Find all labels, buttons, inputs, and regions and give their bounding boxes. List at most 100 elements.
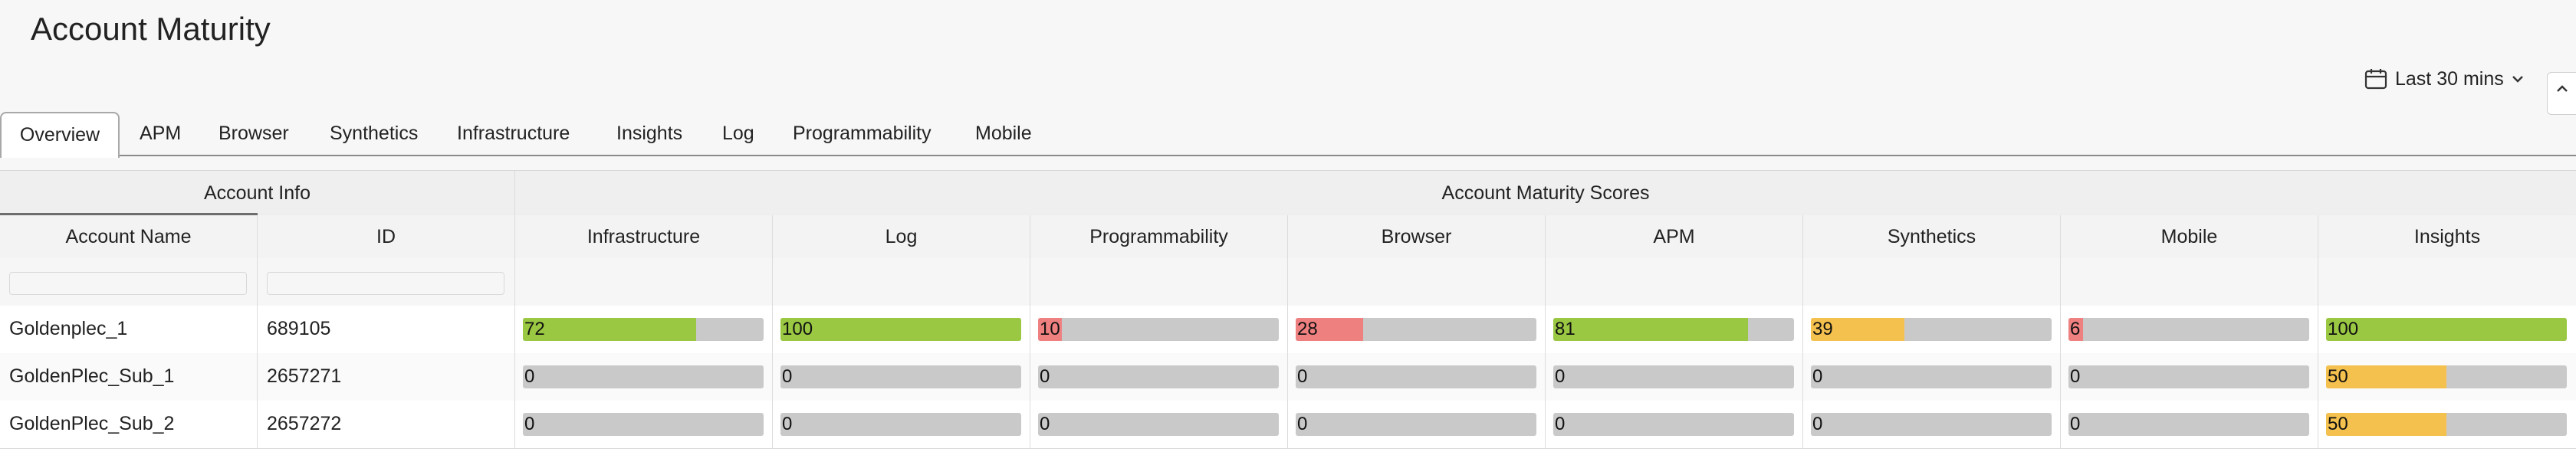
score-cell-programmability: 0 [1030,353,1288,401]
column-header-infrastructure[interactable]: Infrastructure [515,215,773,258]
table-row[interactable]: GoldenPlec_Sub_2 2657272 0 0 0 0 0 0 0 50 [0,401,2576,449]
id-filter-input[interactable] [267,272,504,295]
score-cell-mobile: 0 [2061,353,2318,401]
score-bar: 0 [1553,365,1794,388]
filter-cell [515,258,773,306]
score-bar: 0 [780,365,1021,388]
score-value: 0 [524,414,535,434]
score-bar: 0 [2068,413,2309,436]
column-header-programmability[interactable]: Programmability [1030,215,1288,258]
score-cell-mobile: 6 [2061,306,2318,353]
tab-mobile[interactable]: Mobile [975,112,1032,156]
score-bar-fill [2326,318,2567,341]
score-cell-mobile: 0 [2061,401,2318,448]
score-cell-apm: 0 [1546,353,1803,401]
column-header-insights[interactable]: Insights [2318,215,2576,258]
score-value: 100 [782,319,813,339]
score-cell-log: 0 [773,353,1030,401]
score-value: 100 [2328,319,2359,339]
tab-browser[interactable]: Browser [219,112,289,156]
tab-infrastructure[interactable]: Infrastructure [457,112,570,156]
account-name-cell: GoldenPlec_Sub_2 [0,401,258,448]
score-bar: 0 [1296,365,1536,388]
chevron-up-icon [2556,84,2568,97]
score-value: 0 [1297,414,1308,434]
score-bar: 100 [780,318,1021,341]
column-group-row: Account Info Account Maturity Scores [0,171,2576,217]
score-value: 81 [1555,319,1576,339]
account-id-cell-text: 2657272 [267,413,342,434]
filter-cell [2061,258,2318,306]
tab-log[interactable]: Log [722,112,754,156]
score-bar-fill [523,318,697,341]
table-row[interactable]: GoldenPlec_Sub_1 2657271 0 0 0 0 0 0 0 50 [0,353,2576,401]
filter-cell [1546,258,1803,306]
tab-apm[interactable]: APM [140,112,181,156]
time-range-label: Last 30 mins [2395,67,2504,90]
score-bar-fill [780,318,1021,341]
table-row[interactable]: Goldenplec_1 689105 72 100 10 28 81 39 6 100 [0,306,2576,354]
group-header-maturity-scores: Account Maturity Scores [1441,182,1650,204]
score-bar: 72 [523,318,764,341]
filter-cell [1288,258,1546,306]
tab-synthetics[interactable]: Synthetics [330,112,418,156]
score-value: 0 [1297,366,1308,387]
score-cell-apm: 81 [1546,306,1803,353]
score-bar: 28 [1296,318,1536,341]
score-value: 0 [1812,366,1823,387]
score-value: 0 [2070,366,2081,387]
column-header-apm[interactable]: APM [1546,215,1803,258]
score-value: 10 [1040,319,1060,339]
account-id-cell-text: 2657271 [267,365,342,387]
account-name-cell-text: GoldenPlec_Sub_1 [9,365,175,387]
score-value: 0 [524,366,535,387]
time-range-picker[interactable]: Last 30 mins [2364,66,2524,92]
account-id-cell: 2657272 [258,401,515,448]
score-value: 6 [2070,319,2081,339]
account-id-cell: 2657271 [258,353,515,401]
score-bar: 81 [1553,318,1794,341]
column-header-row: Account Name ID Infrastructure Log Program… [0,215,2576,259]
tab-overview[interactable]: Overview [0,112,120,158]
score-value: 0 [1040,414,1050,434]
account-name-cell-text: Goldenplec_1 [9,318,128,339]
column-header-synthetics[interactable]: Synthetics [1803,215,2061,258]
account-name-filter-input[interactable] [9,272,247,295]
collapse-button[interactable] [2547,72,2576,115]
score-value: 39 [1812,319,1833,339]
score-cell-programmability: 0 [1030,401,1288,448]
score-cell-insights: 100 [2318,306,2576,353]
score-value: 72 [524,319,545,339]
score-cell-infrastructure: 72 [515,306,773,353]
score-cell-log: 100 [773,306,1030,353]
account-id-cell: 689105 [258,306,515,353]
score-bar: 0 [1811,365,2052,388]
column-header-id[interactable]: ID [258,215,515,258]
tab-insights[interactable]: Insights [616,112,682,156]
group-header-account-info: Account Info [0,171,515,217]
score-bar: 100 [2326,318,2567,341]
column-header-log[interactable]: Log [773,215,1030,258]
column-header-account-name[interactable]: Account Name [0,215,258,258]
score-value: 50 [2328,366,2348,387]
score-value: 0 [1555,366,1566,387]
score-cell-browser: 0 [1288,401,1546,448]
score-bar: 0 [1038,365,1279,388]
account-name-cell: Goldenplec_1 [0,306,258,353]
tab-programmability[interactable]: Programmability [793,112,932,156]
column-header-mobile[interactable]: Mobile [2061,215,2318,258]
score-value: 0 [2070,414,2081,434]
score-cell-apm: 0 [1546,401,1803,448]
calendar-icon [2364,68,2387,90]
column-header-browser[interactable]: Browser [1288,215,1546,258]
score-bar: 0 [1038,413,1279,436]
score-cell-synthetics: 0 [1803,401,2061,448]
score-bar: 10 [1038,318,1279,341]
score-cell-insights: 50 [2318,401,2576,448]
score-bar: 39 [1811,318,2052,341]
score-bar: 0 [1296,413,1536,436]
score-cell-insights: 50 [2318,353,2576,401]
score-cell-synthetics: 0 [1803,353,2061,401]
chevron-down-icon [2512,74,2524,84]
score-value: 0 [782,366,793,387]
